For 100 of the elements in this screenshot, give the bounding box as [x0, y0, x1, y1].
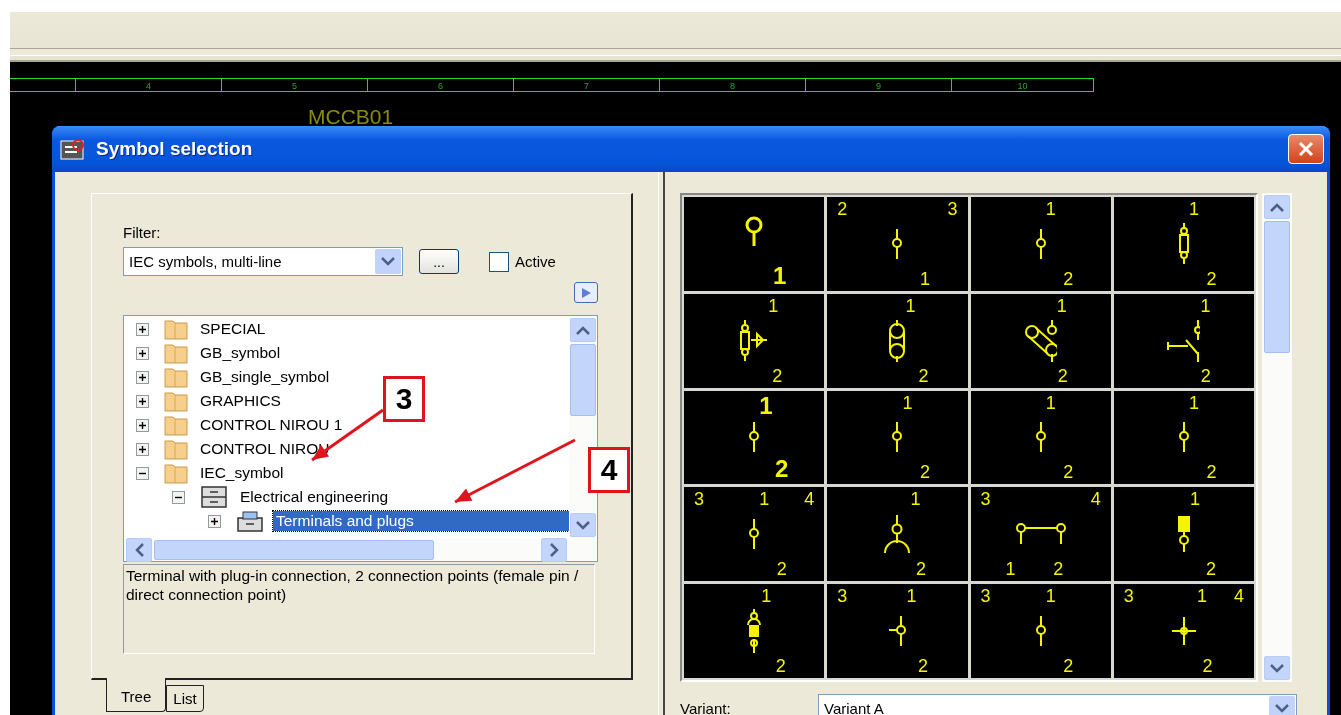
pin-number: 1 — [1188, 393, 1199, 412]
tab[interactable]: List — [166, 685, 204, 712]
variant-label: Variant: — [680, 699, 732, 715]
filter-dropdown[interactable]: IEC symbols, multi-line — [123, 247, 403, 276]
expand-icon[interactable] — [136, 346, 149, 360]
symbol-cell[interactable]: 2 3 1 — [827, 197, 968, 291]
symbol-cell[interactable]: 3 1 4 2 — [1113, 584, 1254, 678]
tree-item[interactable]: GB_single_symbol — [197, 367, 333, 387]
scroll-thumb[interactable] — [1264, 221, 1290, 353]
symbol-cell[interactable]: 3 1 2 — [970, 584, 1111, 678]
tree-item[interactable]: GRAPHICS — [197, 391, 284, 411]
chevron-down-icon — [1275, 703, 1289, 713]
terminal-symbol-icon — [1015, 523, 1066, 546]
terminal-symbol-icon — [892, 227, 903, 260]
filter-label: Filter: — [123, 224, 162, 241]
pin-number: 2 — [917, 657, 928, 675]
pin-number: 1 — [1045, 200, 1056, 218]
chevron-left-icon — [134, 543, 144, 557]
chevron-down-icon — [1270, 663, 1284, 673]
scroll-left-button[interactable] — [126, 538, 152, 562]
variant-dropdown[interactable]: Variant A — [818, 694, 1297, 715]
expand-icon[interactable] — [136, 322, 149, 336]
tree-item[interactable]: Electrical engineering — [237, 487, 392, 507]
tree-item[interactable]: SPECIAL — [197, 319, 269, 339]
expand-icon[interactable] — [208, 514, 221, 528]
symbol-cell[interactable]: 1 2 — [970, 390, 1111, 485]
scroll-thumb[interactable] — [570, 344, 596, 416]
collapse-icon[interactable] — [172, 490, 185, 504]
pin-number: 1 — [905, 296, 916, 315]
symbol-cell[interactable]: 3 1 2 — [827, 584, 968, 678]
pin-number: 2 — [775, 457, 789, 482]
folder-icon — [163, 341, 189, 365]
symbol-cell[interactable]: 3 4 1 2 — [970, 487, 1111, 582]
folder-icon — [163, 413, 189, 437]
ruler-number: 4 — [76, 78, 222, 92]
play-icon — [581, 287, 591, 298]
scroll-down-button[interactable] — [570, 513, 596, 537]
drawer-icon — [235, 509, 265, 533]
terminal-symbol-icon — [740, 319, 769, 363]
expand-icon[interactable] — [136, 370, 149, 384]
description-text: Terminal with plug-in connection, 2 connection points (female pin / direct connection point) — [123, 564, 595, 654]
terminal-symbol-icon — [749, 421, 760, 454]
pin-number: 1 — [1188, 200, 1199, 218]
browse-button[interactable]: ... — [419, 249, 459, 274]
scroll-up-button[interactable] — [1264, 195, 1290, 219]
vertical-scrollbar[interactable] — [1262, 193, 1292, 682]
symbol-cell[interactable]: 1 2 — [1113, 197, 1254, 291]
symbol-cell[interactable]: 1 2 — [827, 293, 968, 388]
symbol-cell[interactable]: 1 2 — [827, 487, 968, 582]
pane-splitter[interactable] — [658, 172, 665, 715]
tree-item[interactable]: IEC_symbol — [197, 463, 287, 483]
symbol-cell[interactable]: 1 2 — [1113, 487, 1254, 582]
terminal-symbol-icon — [1178, 421, 1189, 454]
scroll-right-button[interactable] — [541, 538, 567, 562]
pin-number: 2 — [918, 366, 929, 385]
ruler-number: 9 — [806, 78, 952, 92]
app-icon — [60, 137, 86, 161]
symbol-cell[interactable]: 1 2 — [970, 293, 1111, 388]
tab[interactable]: Tree — [106, 678, 167, 712]
pin-number: 2 — [1063, 269, 1074, 288]
step-callout: 3 — [383, 376, 425, 422]
scroll-thumb[interactable] — [154, 540, 434, 560]
tree-item[interactable]: CONTROL NIROU 1 — [197, 415, 346, 435]
symbol-cell[interactable]: 1 2 — [827, 390, 968, 485]
pin-number: 2 — [919, 463, 930, 482]
pin-number: 1 — [761, 587, 772, 606]
close-icon — [1298, 141, 1314, 157]
horizontal-scrollbar[interactable] — [124, 539, 597, 561]
pin-number: 1 — [759, 490, 770, 509]
tree-item[interactable]: GB_symbol — [197, 343, 284, 363]
tree-item[interactable]: Terminals and plugs — [273, 511, 569, 531]
symbol-cell[interactable]: 3 1 4 2 — [684, 487, 825, 582]
symbol-cell[interactable]: 1 — [684, 197, 825, 291]
ruler-cell — [10, 78, 76, 92]
expand-icon[interactable] — [136, 394, 149, 408]
pin-number: 2 — [1206, 269, 1217, 288]
expand-icon[interactable] — [136, 418, 149, 432]
symbol-cell[interactable]: 1 2 — [1113, 390, 1254, 485]
symbol-cell[interactable]: 1 2 — [970, 197, 1111, 291]
vertical-scrollbar[interactable] — [569, 316, 597, 539]
pin-number: 1 — [902, 393, 913, 412]
expand-icon[interactable] — [136, 442, 149, 456]
chevron-up-icon — [1270, 202, 1284, 212]
close-button[interactable] — [1288, 134, 1324, 164]
scroll-up-button[interactable] — [570, 318, 596, 342]
active-checkbox[interactable] — [489, 251, 509, 272]
collapse-icon[interactable] — [136, 466, 149, 480]
terminal-symbol-icon — [1035, 615, 1046, 648]
pin-number: 3 — [694, 490, 704, 509]
symbol-cell[interactable]: 1 2 — [684, 390, 825, 485]
symbol-cell[interactable]: 1 2 — [684, 584, 825, 678]
terminal-symbol-icon — [892, 421, 903, 454]
scroll-down-button[interactable] — [1264, 656, 1290, 680]
symbol-cell[interactable]: 1 2 — [1113, 293, 1254, 388]
symbol-cell[interactable]: 1 2 — [684, 293, 825, 388]
step-callout: 4 — [588, 447, 630, 493]
play-button[interactable] — [574, 282, 598, 303]
pin-number: 2 — [915, 560, 926, 579]
pin-number: 1 — [1189, 490, 1200, 509]
pin-number: 1 — [1200, 296, 1211, 315]
